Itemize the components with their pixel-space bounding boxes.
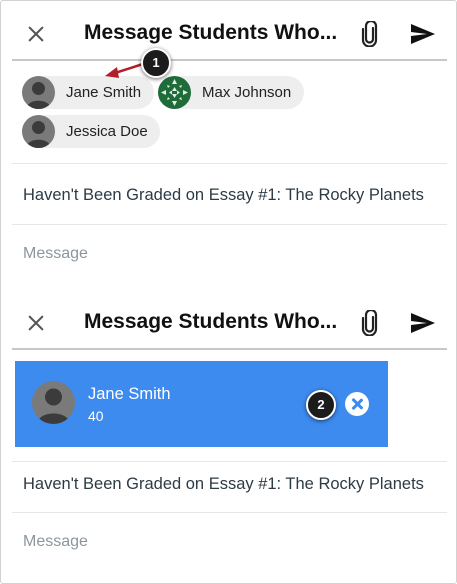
recipient-chip[interactable]: Jessica Doe (22, 115, 160, 148)
recipient-name: Jane Smith (88, 385, 171, 403)
page-title: Message Students Who... (84, 21, 338, 44)
send-icon[interactable] (410, 312, 436, 334)
divider (12, 224, 447, 225)
page-title: Message Students Who... (84, 310, 338, 333)
message-field[interactable]: Message (23, 245, 88, 263)
remove-recipient-button[interactable] (345, 392, 369, 416)
compose-header: Message Students Who... (12, 9, 447, 61)
recipient-chip[interactable]: Max Johnson (158, 76, 304, 109)
subject-field[interactable]: Haven't Been Graded on Essay #1: The Roc… (23, 186, 424, 205)
avatar (22, 115, 55, 148)
divider (12, 163, 447, 164)
avatar (32, 381, 75, 424)
close-icon[interactable] (26, 313, 46, 333)
divider (12, 512, 447, 513)
paperclip-icon[interactable] (360, 310, 382, 336)
recipient-name: Max Johnson (202, 84, 292, 101)
avatar (158, 76, 191, 109)
message-field[interactable]: Message (23, 533, 88, 551)
recipient-chip[interactable]: Jane Smith (22, 76, 154, 109)
recipient-name: Jane Smith (66, 84, 142, 101)
callout-badge: 1 (141, 48, 171, 78)
recipient-name: Jessica Doe (66, 123, 148, 140)
avatar (22, 76, 55, 109)
compose-header: Message Students Who... (12, 298, 447, 350)
divider (12, 461, 447, 462)
paperclip-icon[interactable] (360, 21, 382, 47)
recipient-score: 40 (88, 408, 104, 424)
subject-field[interactable]: Haven't Been Graded on Essay #1: The Roc… (23, 475, 424, 494)
close-icon[interactable] (26, 24, 46, 44)
send-icon[interactable] (410, 23, 436, 45)
callout-badge: 2 (306, 390, 336, 420)
